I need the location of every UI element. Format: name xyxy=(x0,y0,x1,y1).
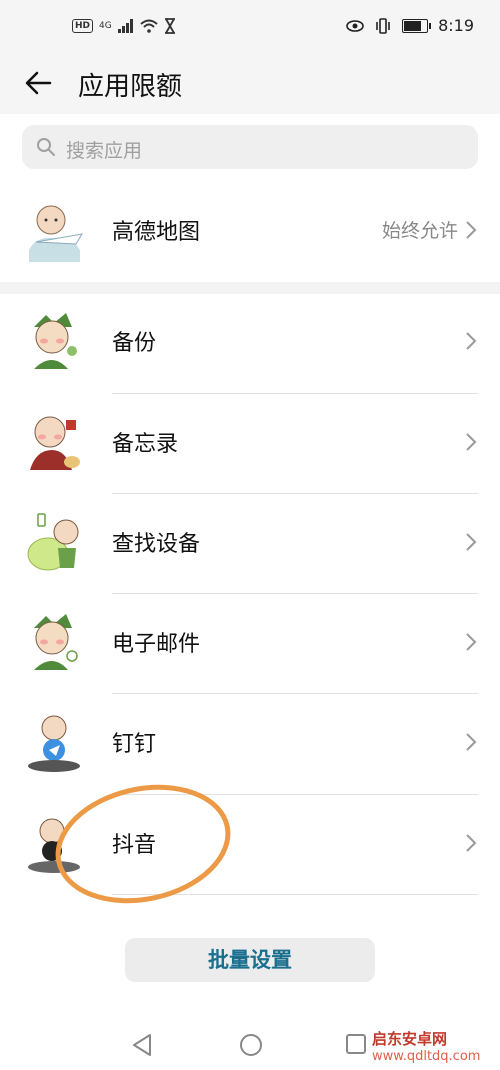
app-row-amap[interactable]: 高德地图 始终允许 xyxy=(0,182,500,282)
nav-home-icon[interactable] xyxy=(238,1032,264,1058)
status-left: HD 4G xyxy=(72,18,176,34)
status-bar: HD 4G 8:19 xyxy=(0,0,500,58)
app-row-douyin[interactable]: 抖音 xyxy=(0,795,500,895)
nav-back-icon[interactable] xyxy=(130,1032,154,1058)
app-avatar-icon xyxy=(28,818,80,873)
app-row-memo[interactable]: 备忘录 xyxy=(0,394,500,494)
app-name: 备忘录 xyxy=(112,432,179,457)
chevron-right-icon xyxy=(466,332,477,350)
chevron-right-icon xyxy=(466,533,477,551)
hourglass-icon xyxy=(164,18,175,34)
bulk-settings-button[interactable]: 批量设置 xyxy=(125,938,375,982)
app-name: 查找设备 xyxy=(112,532,201,557)
app-row-backup[interactable]: 备份 xyxy=(0,293,500,393)
chevron-right-icon xyxy=(466,221,477,239)
app-row-email[interactable]: 电子邮件 xyxy=(0,594,500,694)
vibrate-icon xyxy=(376,17,390,34)
watermark-title: 启东安卓网 xyxy=(372,1030,448,1048)
signal-icon xyxy=(117,19,133,33)
back-arrow-icon[interactable] xyxy=(22,66,56,100)
eye-icon xyxy=(346,19,364,32)
app-name: 高德地图 xyxy=(112,220,201,245)
chevron-right-icon xyxy=(466,834,477,852)
app-avatar-icon xyxy=(27,513,79,571)
hd-icon: HD xyxy=(72,19,94,33)
page-title: 应用限额 xyxy=(78,72,183,102)
network-label: 4G xyxy=(99,21,112,31)
chevron-right-icon xyxy=(466,433,477,451)
battery-icon xyxy=(402,18,432,33)
app-avatar-icon xyxy=(29,205,83,262)
search-input[interactable]: 搜索应用 xyxy=(22,125,478,169)
app-permission-status: 始终允许 xyxy=(381,220,458,242)
chevron-right-icon xyxy=(466,633,477,651)
chevron-right-icon xyxy=(466,733,477,751)
app-avatar-icon xyxy=(30,416,80,470)
app-name: 钉钉 xyxy=(112,732,157,757)
divider xyxy=(112,894,478,895)
app-row-find-device[interactable]: 查找设备 xyxy=(0,494,500,594)
app-name: 备份 xyxy=(112,331,157,356)
app-avatar-icon xyxy=(28,715,80,772)
app-avatar-icon xyxy=(34,614,78,670)
status-right: 8:19 xyxy=(346,16,474,35)
app-name: 电子邮件 xyxy=(112,632,201,657)
app-name: 抖音 xyxy=(112,833,157,858)
search-placeholder: 搜索应用 xyxy=(66,140,143,162)
watermark-url: www.qdltdq.com xyxy=(372,1049,481,1064)
watermark: 启东安卓网 www.qdltdq.com xyxy=(372,1028,480,1064)
app-avatar-icon xyxy=(34,313,77,369)
nav-recents-icon[interactable] xyxy=(344,1032,368,1056)
app-header: 应用限额 xyxy=(0,58,500,114)
wifi-icon xyxy=(140,19,158,33)
clock: 8:19 xyxy=(438,16,474,35)
app-row-dingtalk[interactable]: 钉钉 xyxy=(0,694,500,794)
search-icon xyxy=(37,138,55,156)
